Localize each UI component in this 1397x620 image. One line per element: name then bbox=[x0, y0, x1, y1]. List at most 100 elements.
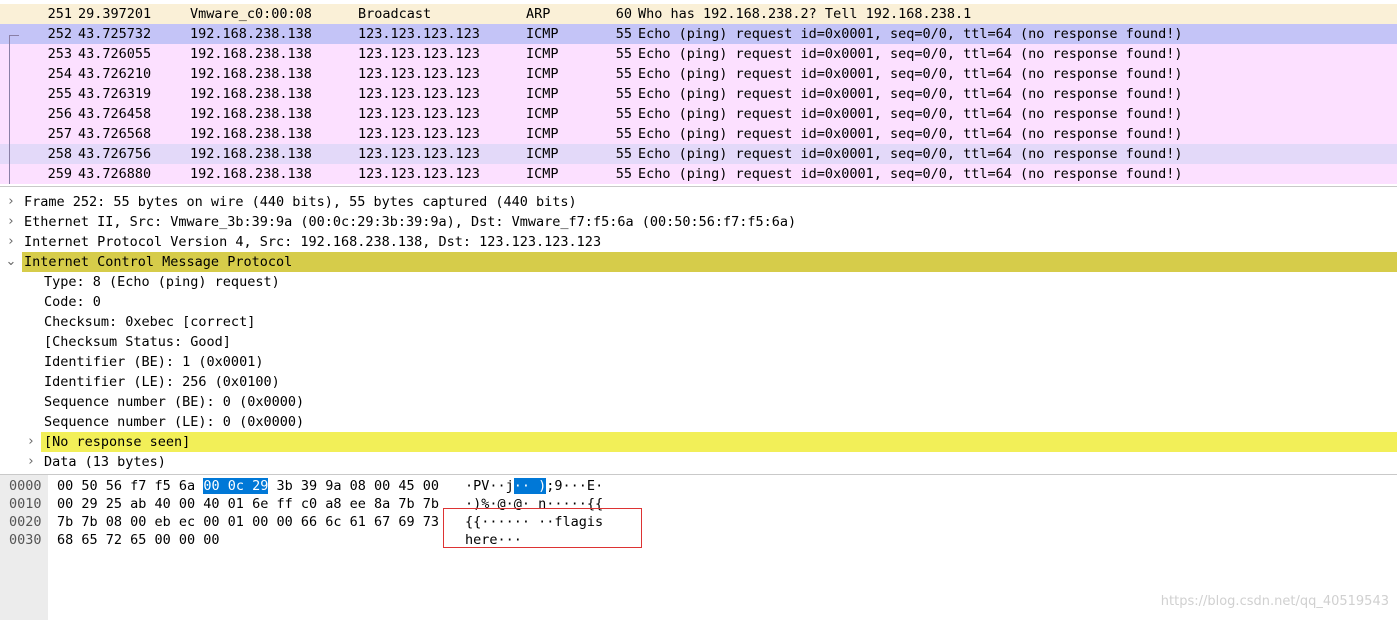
packet-protocol: ICMP bbox=[526, 146, 559, 162]
packet-row[interactable]: 259 43.726880 192.168.238.138 123.123.12… bbox=[0, 164, 1397, 184]
packet-length: 55 bbox=[615, 46, 632, 62]
packet-row[interactable]: 255 43.726319 192.168.238.138 123.123.12… bbox=[0, 84, 1397, 104]
conversation-bracket-tick bbox=[9, 35, 19, 36]
packet-row[interactable]: 256 43.726458 192.168.238.138 123.123.12… bbox=[0, 104, 1397, 124]
chevron-down-icon[interactable]: ⌄ bbox=[4, 252, 18, 272]
tree-field[interactable]: Code: 0 bbox=[0, 292, 1397, 312]
packet-destination: 123.123.123.123 bbox=[358, 46, 480, 62]
packet-destination: 123.123.123.123 bbox=[358, 86, 480, 102]
packet-time: 43.726458 bbox=[78, 106, 152, 122]
hex-bytes[interactable]: 00 29 25 ab 40 00 40 01 6e ff c0 a8 ee 8… bbox=[57, 495, 439, 513]
packet-destination: 123.123.123.123 bbox=[358, 126, 480, 142]
packet-info: Echo (ping) request id=0x0001, seq=0/0, … bbox=[638, 126, 1183, 142]
packet-protocol: ICMP bbox=[526, 26, 559, 42]
packet-length: 55 bbox=[615, 146, 632, 162]
tree-field[interactable]: Identifier (BE): 1 (0x0001) bbox=[0, 352, 1397, 372]
packet-protocol: ICMP bbox=[526, 126, 559, 142]
packet-time: 43.726055 bbox=[78, 46, 152, 62]
ascii-text: ·PV··j bbox=[465, 478, 514, 494]
hex-bytes[interactable]: 00 50 56 f7 f5 6a 00 0c 29 3b 39 9a 08 0… bbox=[57, 477, 439, 495]
tree-field[interactable]: Sequence number (LE): 0 (0x0000) bbox=[0, 412, 1397, 432]
tree-item-ethernet[interactable]: › Ethernet II, Src: Vmware_3b:39:9a (00:… bbox=[0, 212, 1397, 232]
field-label: Sequence number (LE): 0 (0x0000) bbox=[44, 414, 305, 430]
tree-item-data[interactable]: › Data (13 bytes) bbox=[0, 452, 1397, 472]
expert-warning-highlight bbox=[41, 432, 1397, 452]
packet-destination: 123.123.123.123 bbox=[358, 66, 480, 82]
hex-text: 3b 39 9a 08 00 45 00 bbox=[268, 478, 440, 494]
packet-no: 259 bbox=[47, 166, 72, 182]
packet-info: Who has 192.168.238.2? Tell 192.168.238.… bbox=[638, 6, 972, 22]
watermark: https://blog.csdn.net/qq_40519543 bbox=[1160, 594, 1389, 609]
packet-row[interactable]: 251 29.397201 Vmware_c0:00:08 Broadcast … bbox=[0, 4, 1397, 24]
hex-selection: 00 0c 29 bbox=[203, 478, 269, 494]
packet-row[interactable]: 254 43.726210 192.168.238.138 123.123.12… bbox=[0, 64, 1397, 84]
packet-length: 55 bbox=[615, 166, 632, 182]
packet-destination: 123.123.123.123 bbox=[358, 106, 480, 122]
packet-protocol: ICMP bbox=[526, 46, 559, 62]
tree-item-frame[interactable]: › Frame 252: 55 bytes on wire (440 bits)… bbox=[0, 192, 1397, 212]
hex-bytes[interactable]: 7b 7b 08 00 eb ec 00 01 00 00 66 6c 61 6… bbox=[57, 513, 439, 531]
packet-protocol: ICMP bbox=[526, 166, 559, 182]
packet-source: 192.168.238.138 bbox=[190, 106, 312, 122]
hex-offset: 0010 bbox=[9, 496, 42, 512]
packet-info: Echo (ping) request id=0x0001, seq=0/0, … bbox=[638, 106, 1183, 122]
hex-offset: 0000 bbox=[9, 478, 42, 494]
field-label: Type: 8 (Echo (ping) request) bbox=[44, 274, 280, 290]
ascii-bytes[interactable]: ·PV··j·· );9···E· bbox=[465, 477, 603, 495]
packet-destination: 123.123.123.123 bbox=[358, 166, 480, 182]
tree-item-no-response[interactable]: › [No response seen] bbox=[0, 432, 1397, 452]
annotation-box bbox=[443, 508, 642, 548]
field-label: Checksum: 0xebec [correct] bbox=[44, 314, 256, 330]
tree-field[interactable]: Sequence number (BE): 0 (0x0000) bbox=[0, 392, 1397, 412]
packet-info: Echo (ping) request id=0x0001, seq=0/0, … bbox=[638, 86, 1183, 102]
packet-source: 192.168.238.138 bbox=[190, 166, 312, 182]
packet-source: 192.168.238.138 bbox=[190, 126, 312, 142]
hex-text: 00 50 56 f7 f5 6a bbox=[57, 478, 204, 494]
tree-item-label: Data (13 bytes) bbox=[44, 454, 166, 470]
chevron-right-icon[interactable]: › bbox=[4, 192, 18, 212]
tree-field[interactable]: Identifier (LE): 256 (0x0100) bbox=[0, 372, 1397, 392]
packet-time: 43.726880 bbox=[78, 166, 152, 182]
tree-item-icmp[interactable]: ⌄ Internet Control Message Protocol bbox=[0, 252, 1397, 272]
packet-no: 255 bbox=[47, 86, 72, 102]
chevron-right-icon[interactable]: › bbox=[4, 232, 18, 252]
conversation-bracket bbox=[9, 36, 10, 184]
chevron-right-icon[interactable]: › bbox=[4, 212, 18, 232]
packet-source: Vmware_c0:00:08 bbox=[190, 6, 312, 22]
packet-length: 55 bbox=[615, 126, 632, 142]
packet-row-hover[interactable]: 258 43.726756 192.168.238.138 123.123.12… bbox=[0, 144, 1397, 164]
chevron-right-icon[interactable]: › bbox=[24, 432, 38, 452]
packet-time: 43.726319 bbox=[78, 86, 152, 102]
hex-bytes[interactable]: 68 65 72 65 00 00 00 bbox=[57, 531, 220, 549]
packet-length: 60 bbox=[615, 6, 632, 22]
packet-source: 192.168.238.138 bbox=[190, 86, 312, 102]
field-label: Code: 0 bbox=[44, 294, 101, 310]
packet-length: 55 bbox=[615, 106, 632, 122]
field-label: [Checksum Status: Good] bbox=[44, 334, 231, 350]
field-label: Identifier (LE): 256 (0x0100) bbox=[44, 374, 280, 390]
packet-row[interactable]: 253 43.726055 192.168.238.138 123.123.12… bbox=[0, 44, 1397, 64]
packet-length: 55 bbox=[615, 86, 632, 102]
packet-length: 55 bbox=[615, 26, 632, 42]
chevron-right-icon[interactable]: › bbox=[24, 452, 38, 472]
ascii-selection: ·· ) bbox=[513, 478, 547, 494]
packet-info: Echo (ping) request id=0x0001, seq=0/0, … bbox=[638, 146, 1183, 162]
tree-item-ipv4[interactable]: › Internet Protocol Version 4, Src: 192.… bbox=[0, 232, 1397, 252]
packet-source: 192.168.238.138 bbox=[190, 46, 312, 62]
packet-destination: 123.123.123.123 bbox=[358, 26, 480, 42]
packet-row-selected[interactable]: 252 43.725732 192.168.238.138 123.123.12… bbox=[0, 24, 1397, 44]
packet-no: 253 bbox=[47, 46, 72, 62]
packet-no: 258 bbox=[47, 146, 72, 162]
packet-protocol: ICMP bbox=[526, 106, 559, 122]
packet-row[interactable]: 257 43.726568 192.168.238.138 123.123.12… bbox=[0, 124, 1397, 144]
tree-field[interactable]: [Checksum Status: Good] bbox=[0, 332, 1397, 352]
packet-details-pane: › Frame 252: 55 bytes on wire (440 bits)… bbox=[0, 186, 1397, 471]
packet-no: 256 bbox=[47, 106, 72, 122]
tree-field[interactable]: Checksum: 0xebec [correct] bbox=[0, 312, 1397, 332]
packet-time: 43.726568 bbox=[78, 126, 152, 142]
tree-item-label: Internet Protocol Version 4, Src: 192.16… bbox=[24, 234, 602, 250]
packet-time: 43.726756 bbox=[78, 146, 152, 162]
tree-field[interactable]: Type: 8 (Echo (ping) request) bbox=[0, 272, 1397, 292]
packet-destination: 123.123.123.123 bbox=[358, 146, 480, 162]
packet-source: 192.168.238.138 bbox=[190, 26, 312, 42]
